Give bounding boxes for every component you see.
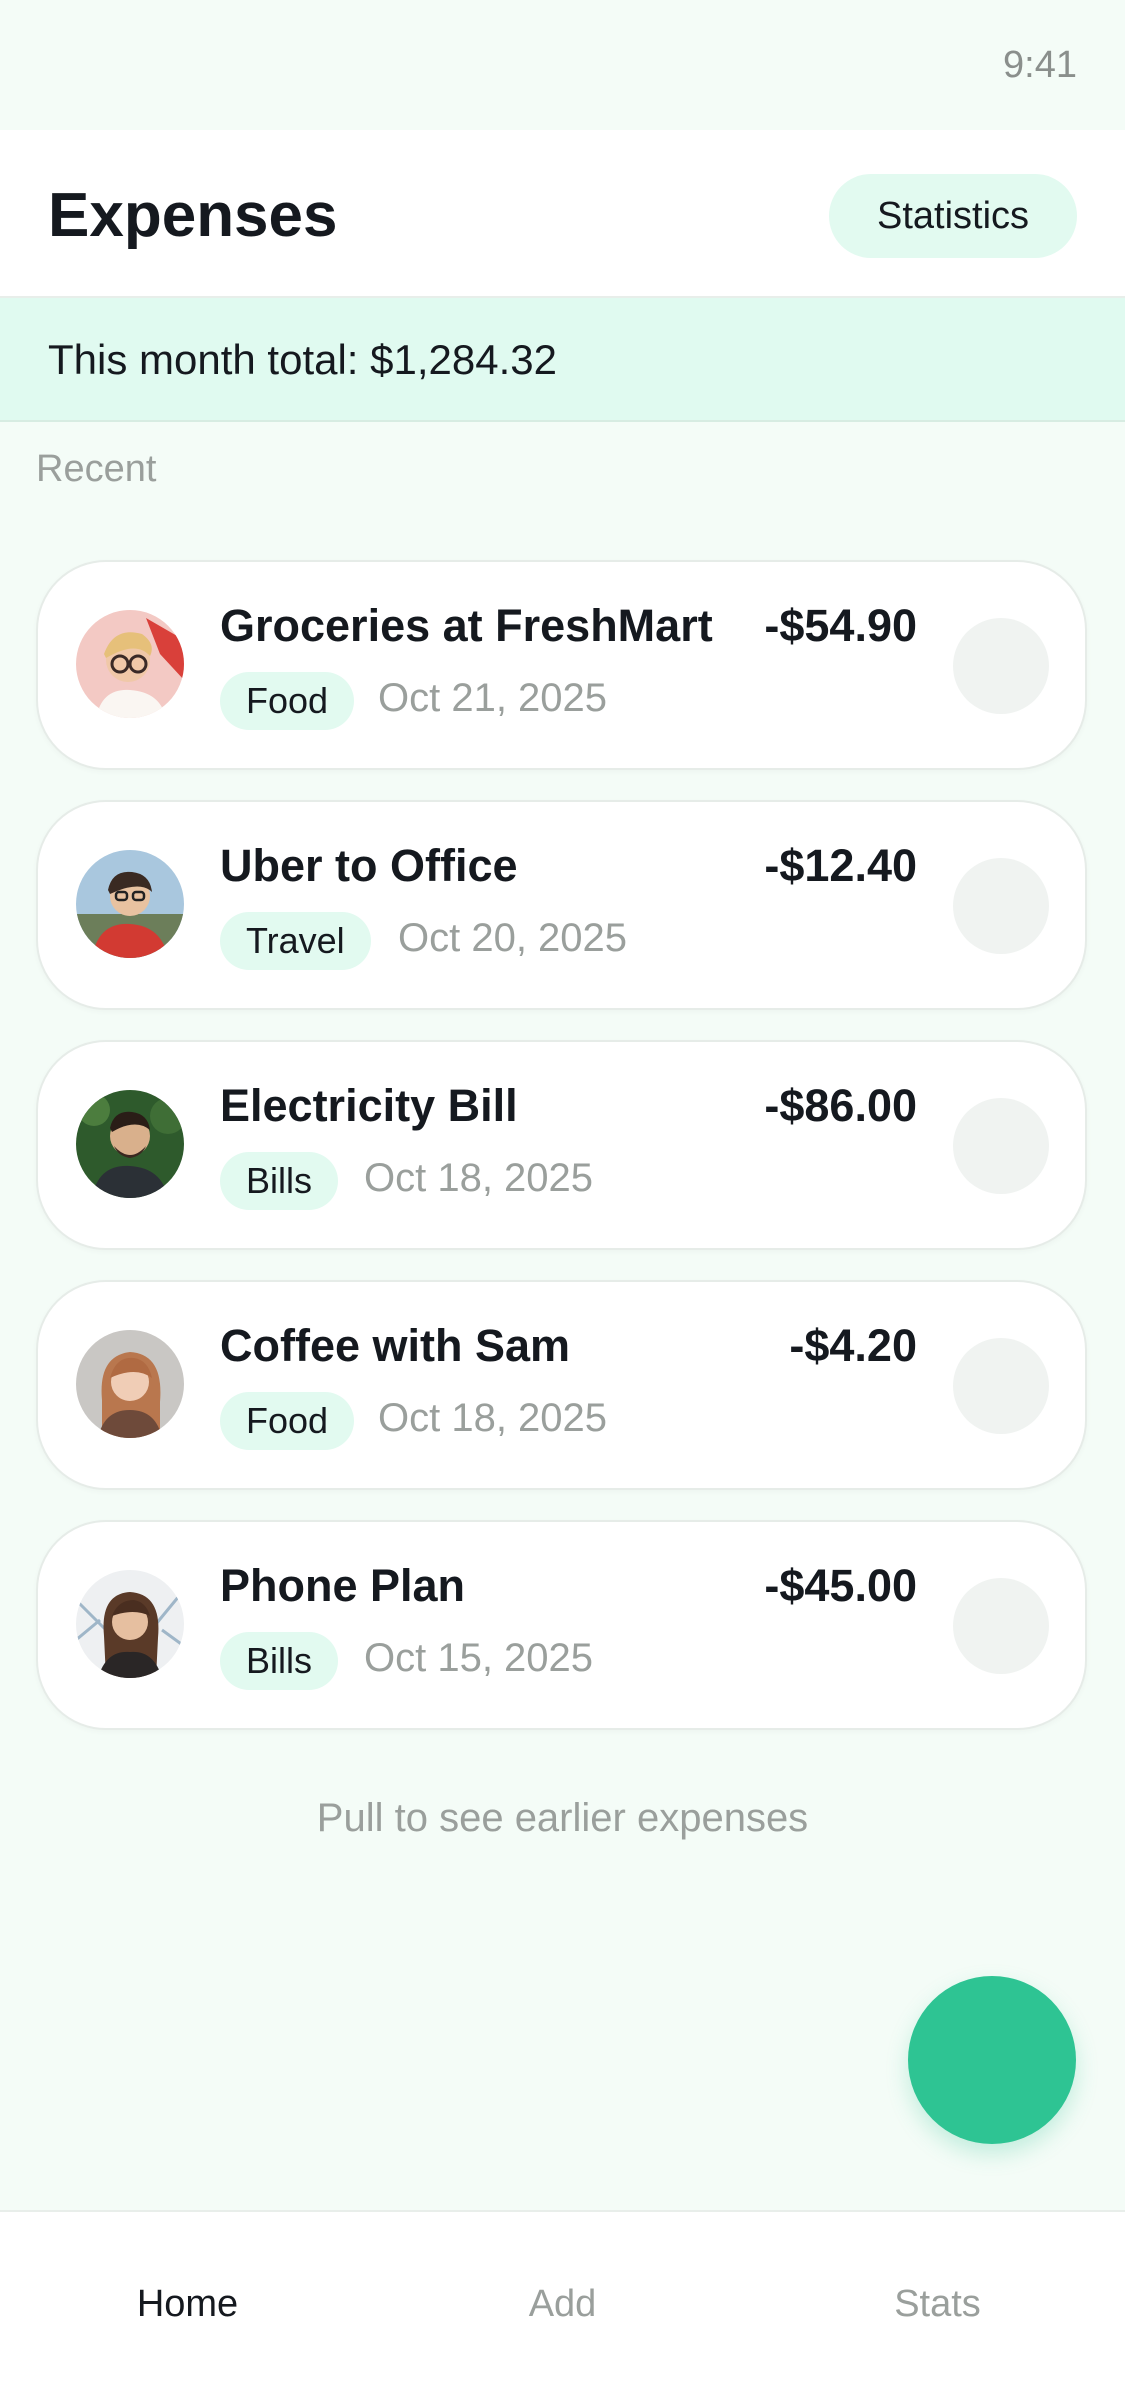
- category-chip: Food: [220, 1392, 355, 1450]
- expense-card[interactable]: Phone Plan -$45.00 Bills Oct 15, 2025: [36, 1520, 1087, 1730]
- page-title: Expenses: [48, 181, 338, 250]
- category-chip: Travel: [220, 912, 371, 970]
- avatar: [76, 850, 184, 958]
- avatar: [76, 1570, 184, 1678]
- expense-amount: -$12.40: [764, 840, 917, 891]
- avatar-photo-icon: [76, 1330, 184, 1438]
- category-chip: Food: [220, 672, 355, 730]
- month-total-banner: This month total: $1,284.32: [0, 298, 1125, 422]
- bottom-nav: Home Add Stats: [0, 2210, 1125, 2403]
- expense-amount: -$4.20: [789, 1320, 917, 1371]
- add-expense-fab[interactable]: [908, 1976, 1076, 2144]
- avatar-photo-icon: [76, 1090, 184, 1198]
- month-total-text: This month total: $1,284.32: [48, 336, 557, 383]
- expense-date: Oct 21, 2025: [378, 676, 608, 720]
- statistics-button[interactable]: Statistics: [829, 174, 1077, 258]
- avatar-photo-icon: [76, 1570, 184, 1678]
- nav-stats[interactable]: Stats: [750, 2212, 1125, 2403]
- section-label-recent: Recent: [36, 448, 157, 490]
- expense-action-button[interactable]: [953, 1338, 1049, 1434]
- expense-date: Oct 18, 2025: [364, 1156, 594, 1200]
- expense-date: Oct 15, 2025: [364, 1636, 594, 1680]
- expense-title: Electricity Bill: [220, 1080, 518, 1131]
- expense-action-button[interactable]: [953, 618, 1049, 714]
- avatar-photo-icon: [76, 610, 184, 718]
- expense-amount: -$54.90: [764, 600, 917, 651]
- category-chip: Bills: [220, 1152, 339, 1210]
- expense-title: Uber to Office: [220, 840, 518, 891]
- avatar: [76, 610, 184, 718]
- nav-add[interactable]: Add: [375, 2212, 750, 2403]
- expense-title: Groceries at FreshMart: [220, 600, 713, 651]
- expense-card[interactable]: Uber to Office -$12.40 Travel Oct 20, 20…: [36, 800, 1087, 1010]
- expense-action-button[interactable]: [953, 1578, 1049, 1674]
- status-bar: 9:41: [0, 0, 1125, 130]
- app-header: Expenses Statistics: [0, 130, 1125, 298]
- expense-action-button[interactable]: [953, 1098, 1049, 1194]
- category-chip: Bills: [220, 1632, 339, 1690]
- avatar-photo-icon: [76, 850, 184, 958]
- avatar: [76, 1090, 184, 1198]
- nav-home[interactable]: Home: [0, 2212, 375, 2403]
- expense-title: Coffee with Sam: [220, 1320, 571, 1371]
- expense-card[interactable]: Coffee with Sam -$4.20 Food Oct 18, 2025: [36, 1280, 1087, 1490]
- expense-amount: -$86.00: [764, 1080, 917, 1131]
- load-more-hint: Pull to see earlier expenses: [316, 1796, 809, 1840]
- expense-amount: -$45.00: [764, 1560, 917, 1611]
- expense-title: Phone Plan: [220, 1560, 466, 1611]
- expense-date: Oct 18, 2025: [378, 1396, 608, 1440]
- expense-card[interactable]: Groceries at FreshMart -$54.90 Food Oct …: [36, 560, 1087, 770]
- expense-action-button[interactable]: [953, 858, 1049, 954]
- status-time: 9:41: [1003, 44, 1077, 86]
- avatar: [76, 1330, 184, 1438]
- expense-card[interactable]: Electricity Bill -$86.00 Bills Oct 18, 2…: [36, 1040, 1087, 1250]
- expense-date: Oct 20, 2025: [398, 916, 628, 960]
